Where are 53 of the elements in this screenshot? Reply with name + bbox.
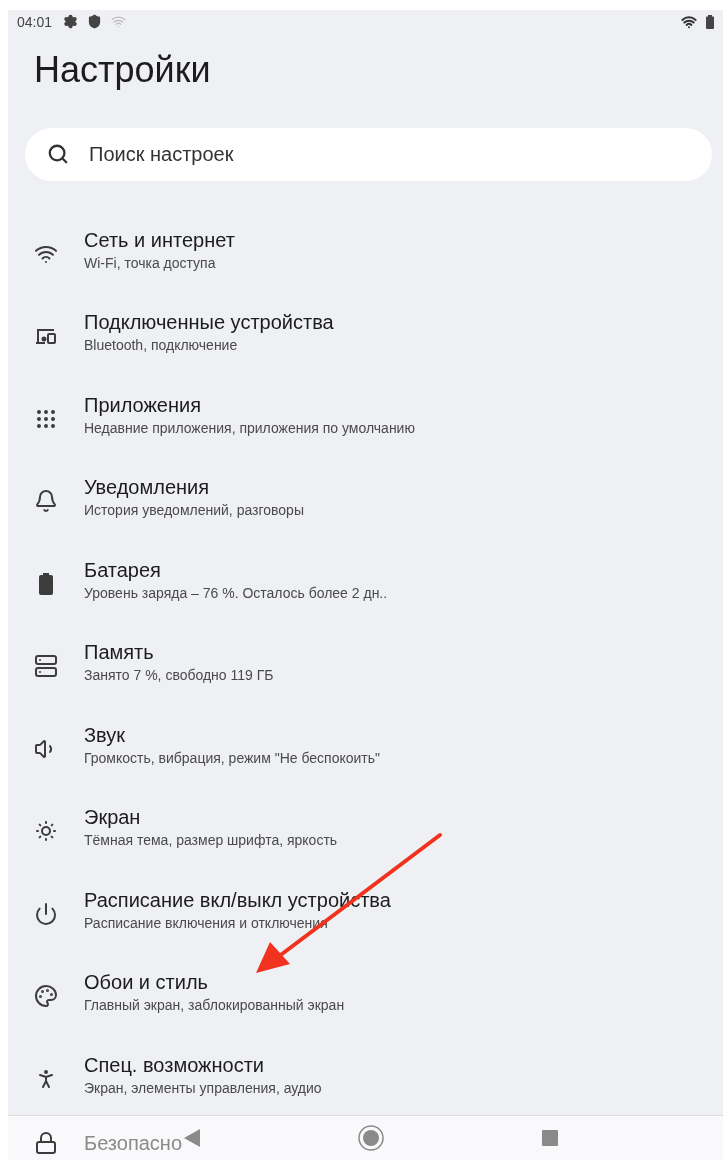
wifi-icon bbox=[681, 13, 697, 30]
settings-item[interactable]: Память Занято 7 %, свободно 119 ГБ bbox=[8, 625, 723, 708]
settings-item[interactable]: Обои и стиль Главный экран, заблокированный экран bbox=[8, 955, 723, 1038]
item-title: Память bbox=[84, 641, 155, 665]
item-title: Сеть и интернет bbox=[84, 228, 235, 252]
brightness-icon bbox=[34, 819, 58, 844]
item-title: Звук bbox=[84, 723, 126, 747]
item-title: Подключенные устройства bbox=[84, 311, 334, 335]
search-icon bbox=[47, 143, 69, 166]
item-subtitle: История уведомлений, разговоры bbox=[84, 502, 304, 519]
settings-item[interactable]: Подключенные устройства Bluetooth, подключение bbox=[8, 295, 723, 378]
power-icon bbox=[34, 901, 58, 926]
search-field[interactable]: Поиск настроек bbox=[25, 128, 712, 181]
settings-icon bbox=[63, 14, 79, 30]
item-subtitle: Занято 7 %, свободно 119 ГБ bbox=[84, 667, 274, 684]
item-title: Приложения bbox=[84, 393, 202, 417]
item-subtitle: Экран, элементы управления, аудио bbox=[84, 1079, 322, 1096]
home-button[interactable] bbox=[358, 1125, 384, 1151]
battery-icon bbox=[706, 14, 714, 29]
settings-item[interactable]: Сеть и интернет Wi-Fi, точка доступа bbox=[8, 212, 723, 295]
settings-item[interactable]: Звук Громкость, вибрация, режим "Не беспокоить" bbox=[8, 707, 723, 790]
item-title: Спец. возможности bbox=[84, 1053, 265, 1077]
storage-icon bbox=[34, 654, 58, 679]
item-subtitle: Уровень заряда – 76 %. Осталось более 2 дн.. bbox=[84, 584, 388, 601]
recents-icon bbox=[542, 1130, 558, 1146]
item-subtitle: Wi-Fi, точка доступа bbox=[84, 254, 217, 271]
item-title: Батарея bbox=[84, 558, 162, 582]
search-input[interactable]: Поиск настроек bbox=[87, 141, 690, 167]
lock-icon bbox=[34, 1131, 58, 1155]
item-title: Экран bbox=[84, 806, 142, 830]
back-icon bbox=[184, 1129, 200, 1147]
item-title: Уведомления bbox=[84, 476, 211, 500]
battery-icon bbox=[39, 572, 53, 595]
back-button[interactable] bbox=[184, 1129, 200, 1147]
settings-item[interactable]: Экран Тёмная тема, размер шрифта, яркость bbox=[8, 790, 723, 873]
status-time: 04:01 bbox=[17, 13, 53, 30]
item-subtitle: Тёмная тема, размер шрифта, яркость bbox=[84, 832, 338, 849]
item-subtitle: Громкость, вибрация, режим "Не беспокоить" bbox=[84, 749, 381, 766]
item-subtitle: Bluetooth, подключение bbox=[84, 337, 239, 354]
item-title: Безопасно bbox=[84, 1131, 182, 1155]
settings-item[interactable]: Приложения Недавние приложения, приложения по умолчанию bbox=[8, 377, 723, 460]
wifi-icon bbox=[111, 14, 127, 30]
palette-icon bbox=[34, 984, 58, 1009]
bell-icon bbox=[34, 489, 58, 514]
page-title: Настройки bbox=[34, 48, 212, 93]
shield-icon bbox=[87, 14, 103, 30]
settings-item[interactable]: Уведомления История уведомлений, разговоры bbox=[8, 460, 723, 543]
item-subtitle: Главный экран, заблокированный экран bbox=[84, 997, 345, 1014]
item-title: Обои и стиль bbox=[84, 971, 209, 995]
settings-item[interactable]: Батарея Уровень заряда – 76 %. Осталось более 2 дн.. bbox=[8, 542, 723, 625]
devices-icon bbox=[35, 327, 57, 346]
item-subtitle: Недавние приложения, приложения по умолчанию bbox=[84, 419, 415, 436]
home-icon bbox=[358, 1125, 384, 1151]
